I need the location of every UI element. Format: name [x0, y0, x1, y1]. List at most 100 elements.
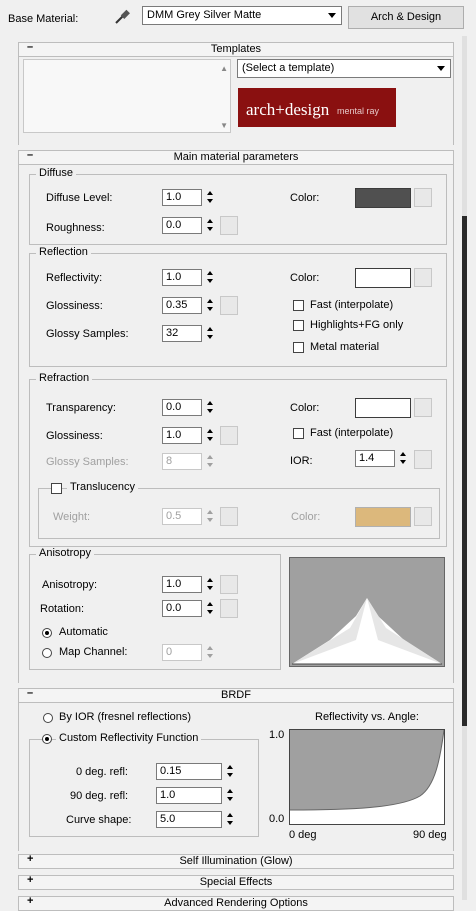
refraction-samples-value: 8 [162, 453, 202, 470]
rotation-map-button[interactable] [220, 599, 238, 618]
refraction-glossiness-value[interactable]: 1.0 [162, 427, 202, 444]
anisotropy-value[interactable]: 1.0 [162, 576, 202, 593]
spinner-arrows-icon[interactable] [204, 427, 216, 444]
spinner-arrows-icon[interactable] [204, 600, 216, 617]
ior-spinner[interactable]: 1.4 [355, 450, 409, 467]
diffuse-color-map-button[interactable] [414, 188, 432, 207]
spinner-arrows-icon[interactable] [397, 450, 409, 467]
deg90-label: 90 deg. refl: [70, 790, 129, 802]
template-select-value: (Select a template) [242, 62, 335, 74]
ior-value[interactable]: 1.4 [355, 450, 395, 467]
eyedropper-icon[interactable] [113, 8, 131, 26]
deg0-value[interactable]: 0.15 [156, 763, 222, 780]
glossiness-map-button[interactable] [220, 296, 238, 315]
spinner-arrows-icon[interactable] [224, 787, 236, 804]
deg90-value[interactable]: 1.0 [156, 787, 222, 804]
template-select[interactable]: (Select a template) [237, 59, 451, 78]
rotation-spinner[interactable]: 0.0 [162, 600, 216, 617]
chevron-down-icon [437, 66, 445, 71]
advanced-rendering-title: Advanced Rendering Options [164, 897, 308, 909]
metal-material-checkbox[interactable] [293, 342, 304, 353]
translucency-checkbox[interactable] [51, 483, 62, 494]
deg0-spinner[interactable]: 0.15 [156, 763, 236, 780]
spinner-arrows-icon[interactable] [204, 189, 216, 206]
by-ior-radio[interactable] [43, 713, 53, 723]
scroll-down-icon[interactable]: ▼ [220, 121, 228, 130]
diffuse-level-spinner[interactable]: 1.0 [162, 189, 216, 206]
logo-subtext: mental ray [337, 106, 380, 116]
reflection-color-label: Color: [290, 272, 320, 284]
translucency-color-map-button [414, 507, 432, 526]
spinner-arrows-icon[interactable] [204, 576, 216, 593]
spinner-arrows-icon[interactable] [204, 297, 216, 314]
anisotropy-map-button[interactable] [220, 575, 238, 594]
refraction-samples-spinner: 8 [162, 453, 216, 470]
reflection-glossiness-spinner[interactable]: 0.35 [162, 297, 216, 314]
advanced-rendering-rollout-header[interactable]: + Advanced Rendering Options [18, 895, 454, 911]
anisotropy-title: Anisotropy [36, 547, 94, 559]
diffuse-level-value[interactable]: 1.0 [162, 189, 202, 206]
spinner-arrows-icon[interactable] [204, 325, 216, 342]
curve-shape-value[interactable]: 5.0 [156, 811, 222, 828]
refraction-fast-label: Fast (interpolate) [310, 427, 394, 439]
fast-interpolate-checkbox[interactable] [293, 300, 304, 311]
reflectivity-spinner[interactable]: 1.0 [162, 269, 216, 286]
base-material-value: DMM Grey Silver Matte [147, 9, 262, 21]
highlights-fg-checkbox[interactable] [293, 320, 304, 331]
translucency-label: Translucency [67, 481, 139, 493]
glossy-samples-spinner[interactable]: 32 [162, 325, 216, 342]
templates-title: Templates [210, 43, 262, 55]
spinner-arrows-icon[interactable] [204, 399, 216, 416]
templates-list[interactable]: ▲ ▼ [23, 59, 231, 133]
transparency-spinner[interactable]: 0.0 [162, 399, 216, 416]
curve-shape-spinner[interactable]: 5.0 [156, 811, 236, 828]
brdf-rollout-header[interactable]: – BRDF [18, 687, 454, 703]
roughness-spinner[interactable]: 0.0 [162, 217, 216, 234]
anisotropy-spinner[interactable]: 1.0 [162, 576, 216, 593]
automatic-radio[interactable] [42, 628, 52, 638]
templates-rollout-header[interactable]: – Templates [18, 41, 454, 57]
map-channel-radio[interactable] [42, 648, 52, 658]
reflectivity-value[interactable]: 1.0 [162, 269, 202, 286]
main-params-rollout-header[interactable]: – Main material parameters [18, 149, 454, 165]
spinner-arrows-icon[interactable] [204, 217, 216, 234]
reflection-color-map-button[interactable] [414, 268, 432, 287]
map-channel-spinner: 0 [162, 644, 216, 661]
diffuse-color-swatch[interactable] [355, 188, 411, 208]
scroll-up-icon[interactable]: ▲ [220, 64, 228, 73]
deg90-spinner[interactable]: 1.0 [156, 787, 236, 804]
rotation-value[interactable]: 0.0 [162, 600, 202, 617]
reflection-color-swatch[interactable] [355, 268, 411, 288]
spinner-arrows-icon[interactable] [224, 811, 236, 828]
roughness-map-button[interactable] [220, 216, 238, 235]
glossy-samples-value[interactable]: 32 [162, 325, 202, 342]
base-material-label: Base Material: [8, 13, 79, 25]
refraction-color-map-button[interactable] [414, 398, 432, 417]
scrollbar[interactable] [462, 36, 467, 900]
ior-map-button[interactable] [414, 450, 432, 469]
map-channel-value: 0 [162, 644, 202, 661]
self-illumination-rollout-header[interactable]: + Self Illumination (Glow) [18, 853, 454, 869]
base-material-select[interactable]: DMM Grey Silver Matte [142, 6, 342, 25]
reflectivity-curve-graphic [289, 729, 445, 824]
roughness-value[interactable]: 0.0 [162, 217, 202, 234]
refraction-color-swatch[interactable] [355, 398, 411, 418]
refraction-fast-checkbox[interactable] [293, 428, 304, 439]
refraction-glossiness-map-button[interactable] [220, 426, 238, 445]
refraction-glossiness-spinner[interactable]: 1.0 [162, 427, 216, 444]
reflection-glossiness-value[interactable]: 0.35 [162, 297, 202, 314]
scrollbar-thumb[interactable] [462, 216, 467, 726]
main-params-panel: Diffuse Diffuse Level: 1.0 Roughness: 0.… [18, 165, 454, 683]
anisotropy-group: Anisotropy Anisotropy: 1.0 Rotation: 0.0… [29, 547, 281, 670]
spinner-arrows-icon[interactable] [224, 763, 236, 780]
graph-x-max-label: 90 deg [413, 829, 447, 841]
material-type-button[interactable]: Arch & Design [348, 6, 464, 29]
refraction-title: Refraction [36, 372, 93, 384]
weight-map-button [220, 507, 238, 526]
transparency-value[interactable]: 0.0 [162, 399, 202, 416]
custom-reflectivity-radio[interactable] [42, 734, 52, 744]
map-channel-label: Map Channel: [59, 646, 128, 658]
self-illumination-title: Self Illumination (Glow) [179, 855, 293, 867]
spinner-arrows-icon[interactable] [204, 269, 216, 286]
special-effects-rollout-header[interactable]: + Special Effects [18, 874, 454, 890]
